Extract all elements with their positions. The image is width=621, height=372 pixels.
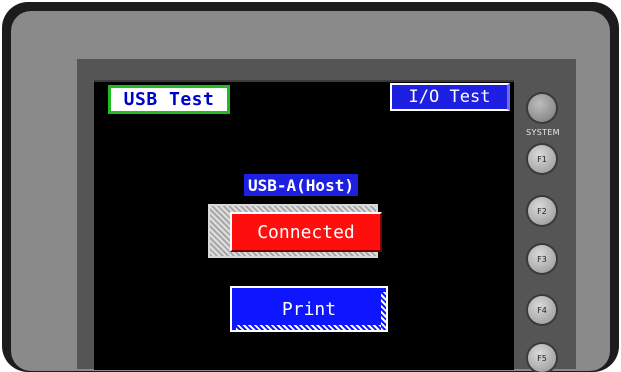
connection-status-indicator: Connected xyxy=(230,212,382,252)
f2-key-label: F2 xyxy=(537,206,547,216)
tab-io-test-label: I/O Test xyxy=(408,87,491,107)
f4-key[interactable]: F4 xyxy=(528,296,556,324)
touch-screen: USB Test I/O Test USB-A(Host) Connected … xyxy=(94,80,514,370)
tab-usb-test-label: USB Test xyxy=(123,89,215,110)
print-button-label: Print xyxy=(281,298,337,320)
hmi-device: USB Test I/O Test USB-A(Host) Connected … xyxy=(0,0,621,372)
f3-key[interactable]: F3 xyxy=(528,245,556,273)
tab-usb-test[interactable]: USB Test xyxy=(108,85,230,114)
usb-a-host-label: USB-A(Host) xyxy=(244,174,358,196)
f2-key[interactable]: F2 xyxy=(528,197,556,225)
system-button[interactable] xyxy=(528,94,556,122)
button-shadow-hatch xyxy=(381,292,386,330)
tab-io-test[interactable]: I/O Test xyxy=(390,83,510,111)
f5-key-label: F5 xyxy=(537,353,547,363)
connection-status-text: Connected xyxy=(257,221,355,243)
button-shadow-hatch xyxy=(236,325,386,330)
system-label: SYSTEM xyxy=(526,128,560,137)
usb-a-host-text: USB-A(Host) xyxy=(248,175,354,195)
f1-key-label: F1 xyxy=(537,154,547,164)
f4-key-label: F4 xyxy=(537,305,547,315)
f5-key[interactable]: F5 xyxy=(528,344,556,372)
screen-edge xyxy=(94,80,514,82)
connection-status-frame: Connected xyxy=(208,204,382,258)
print-button[interactable]: Print xyxy=(230,286,388,332)
f3-key-label: F3 xyxy=(537,254,547,264)
f1-key[interactable]: F1 xyxy=(528,145,556,173)
function-key-column: SYSTEM F1 F2 F3 F4 F5 xyxy=(514,80,566,372)
